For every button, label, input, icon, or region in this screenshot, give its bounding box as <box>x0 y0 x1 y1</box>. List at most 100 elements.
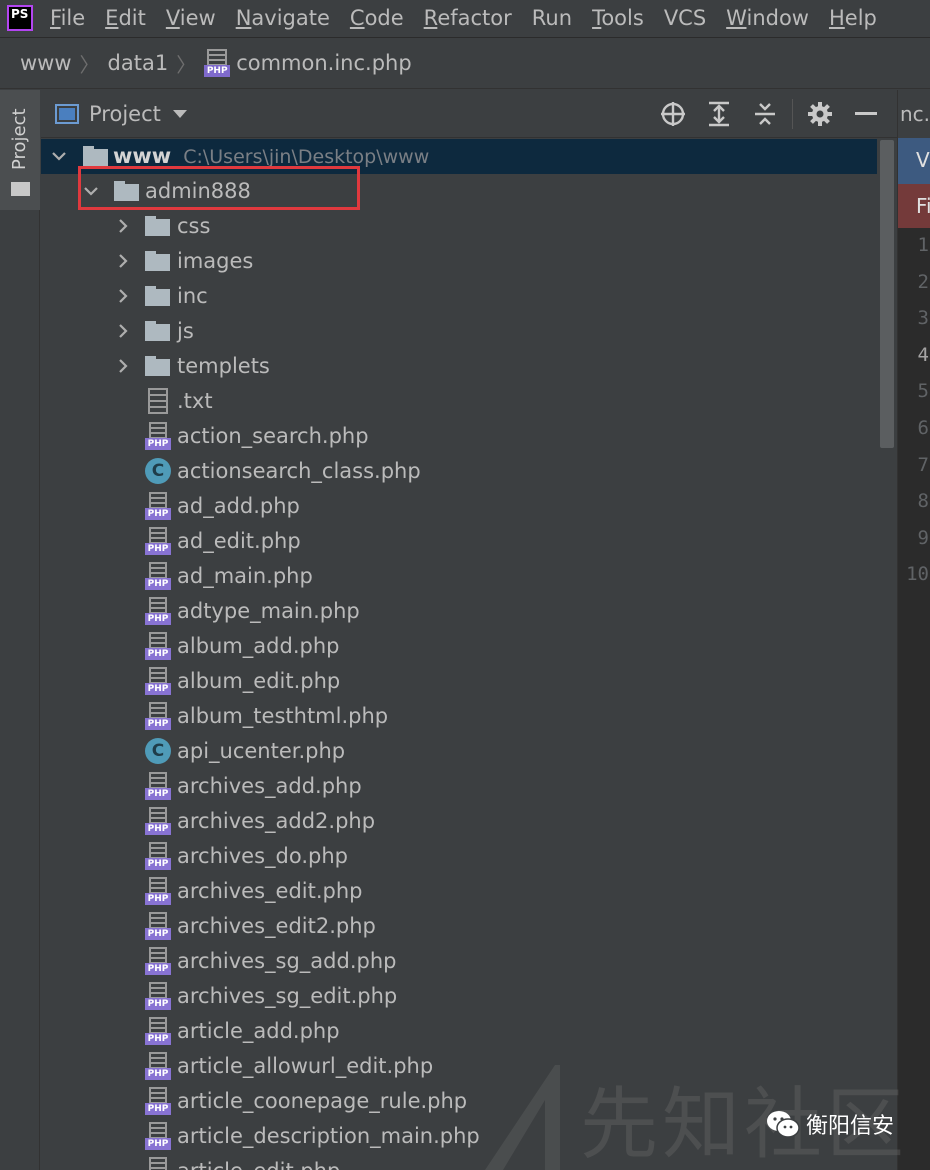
tree-file-label: article_description_main.php <box>177 1124 480 1148</box>
tree-row-folder[interactable]: templets <box>41 349 877 384</box>
menu-item[interactable]: Tools <box>582 0 654 36</box>
menu-item[interactable]: Help <box>819 0 887 36</box>
php-file-icon: PHP <box>145 1052 171 1082</box>
tree-row-file[interactable]: .txt <box>41 384 877 419</box>
editor-banner-v-label: V <box>916 148 930 172</box>
chevron-down-icon[interactable] <box>49 146 69 166</box>
toolbar-divider <box>792 99 793 129</box>
chevron-right-icon[interactable] <box>113 321 133 341</box>
php-class-icon: C <box>145 458 171 484</box>
php-file-icon: PHP <box>145 947 171 977</box>
breadcrumb-separator-icon: 〉 <box>79 52 100 77</box>
tree-row-file[interactable]: Capi_ucenter.php <box>41 734 877 769</box>
breadcrumb-item-www[interactable]: www <box>20 51 72 75</box>
gear-icon[interactable] <box>797 90 843 138</box>
php-file-icon: PHP <box>145 1017 171 1047</box>
php-file-icon: PHP <box>145 527 171 557</box>
minimize-icon[interactable] <box>843 90 889 138</box>
breadcrumb-item-data1[interactable]: data1 <box>108 51 169 75</box>
breadcrumb-file-label: common.inc.php <box>236 51 412 75</box>
menu-item[interactable]: Refactor <box>414 0 522 36</box>
tree-file-label: archives_add.php <box>177 774 362 798</box>
folder-icon <box>114 181 139 201</box>
project-tool-window-tab[interactable]: Project <box>0 90 40 210</box>
line-number: 4 <box>917 343 929 366</box>
php-class-icon: C <box>145 738 171 764</box>
tree-file-label: ad_add.php <box>177 494 300 518</box>
project-tree: www C:\Users\jin\Desktop\www admin888 css… <box>41 139 877 1170</box>
project-view-title[interactable]: Project <box>89 102 161 126</box>
tree-row-file[interactable]: Cactionsearch_class.php <box>41 454 877 489</box>
tree-row-file[interactable]: PHP action_search.php <box>41 419 877 454</box>
chevron-right-icon[interactable] <box>113 216 133 236</box>
tree-row-root[interactable]: www C:\Users\jin\Desktop\www <box>41 139 877 174</box>
line-number: 3 <box>917 307 929 330</box>
tree-row-file[interactable]: PHP archives_edit2.php <box>41 909 877 944</box>
collapse-all-icon[interactable] <box>742 90 788 138</box>
tree-row-file[interactable]: PHP archives_sg_edit.php <box>41 979 877 1014</box>
tree-row-file[interactable]: PHP archives_add2.php <box>41 804 877 839</box>
project-view-icon <box>55 103 79 124</box>
tree-row-file[interactable]: PHP archives_add.php <box>41 769 877 804</box>
chevron-right-icon[interactable] <box>113 251 133 271</box>
menu-item[interactable]: Edit <box>95 0 156 36</box>
tree-folder-label: admin888 <box>145 179 251 203</box>
tree-row-file[interactable]: PHP adtype_main.php <box>41 594 877 629</box>
tree-row-file[interactable]: PHP archives_do.php <box>41 839 877 874</box>
editor-area: nc.p V Fi 1 2 3 4 5 6 7 8 9 10 <box>897 90 930 1170</box>
php-file-icon: PHP <box>145 1087 171 1117</box>
chevron-right-icon[interactable] <box>113 356 133 376</box>
tree-folder-label: js <box>177 319 194 343</box>
tree-row-file[interactable]: PHP album_testhtml.php <box>41 699 877 734</box>
editor-banner-fi-label: Fi <box>916 194 930 218</box>
tree-row-admin888[interactable]: admin888 <box>41 174 877 209</box>
tree-row-file[interactable]: PHP album_edit.php <box>41 664 877 699</box>
menu-item[interactable]: Navigate <box>226 0 340 36</box>
chevron-down-icon[interactable] <box>81 181 101 201</box>
folder-icon <box>145 251 170 271</box>
menu-item[interactable]: Window <box>716 0 819 36</box>
editor-tab[interactable]: nc.p <box>898 90 930 138</box>
tree-file-label: action_search.php <box>177 424 369 448</box>
panel-toolbar <box>650 90 889 138</box>
tree-file-label: article_coonepage_rule.php <box>177 1089 468 1113</box>
locate-icon[interactable] <box>650 90 696 138</box>
tree-row-folder[interactable]: js <box>41 314 877 349</box>
expand-all-icon[interactable] <box>696 90 742 138</box>
tree-file-label: article_add.php <box>177 1019 340 1043</box>
chevron-right-icon[interactable] <box>113 286 133 306</box>
tree-row-file[interactable]: PHP ad_edit.php <box>41 524 877 559</box>
tree-row-file[interactable]: PHP ad_main.php <box>41 559 877 594</box>
menu-item[interactable]: VCS <box>654 0 716 36</box>
tree-row-file[interactable]: PHP ad_add.php <box>41 489 877 524</box>
editor-banner-fi: Fi <box>898 184 930 228</box>
tree-row-folder[interactable]: images <box>41 244 877 279</box>
menu-item[interactable]: View <box>156 0 226 36</box>
breadcrumb-item-file[interactable]: PHP common.inc.php <box>204 49 412 77</box>
tree-row-folder[interactable]: inc <box>41 279 877 314</box>
menu-item[interactable]: File <box>40 0 95 36</box>
logo-text: PS <box>7 5 33 31</box>
menu-item[interactable]: Code <box>340 0 414 36</box>
project-panel-header: Project <box>41 90 897 138</box>
tree-row-file[interactable]: PHP archives_sg_add.php <box>41 944 877 979</box>
xianzhi-logo-icon <box>485 1065 560 1170</box>
tree-row-file[interactable]: PHP article_add.php <box>41 1014 877 1049</box>
line-number: 9 <box>917 526 929 549</box>
php-file-icon: PHP <box>204 49 231 77</box>
php-file-icon: PHP <box>145 912 171 942</box>
phpstorm-logo-icon[interactable]: PS <box>0 0 40 36</box>
tree-row-file[interactable]: PHP archives_edit.php <box>41 874 877 909</box>
tree-file-label: api_ucenter.php <box>177 739 346 763</box>
editor-banner-v: V <box>898 138 930 184</box>
breadcrumb: www 〉 data1 〉 PHP common.inc.php <box>0 37 930 89</box>
tree-row-folder[interactable]: css <box>41 209 877 244</box>
tree-row-file[interactable]: PHP album_add.php <box>41 629 877 664</box>
tree-file-label: archives_sg_add.php <box>177 949 397 973</box>
tree-file-label: .txt <box>177 389 213 413</box>
menu-item[interactable]: Run <box>522 0 582 36</box>
tree-root-label: www C:\Users\jin\Desktop\www <box>113 143 430 168</box>
php-file-icon: PHP <box>145 842 171 872</box>
scrollbar-thumb[interactable] <box>880 140 894 448</box>
chevron-down-icon[interactable] <box>172 109 187 118</box>
